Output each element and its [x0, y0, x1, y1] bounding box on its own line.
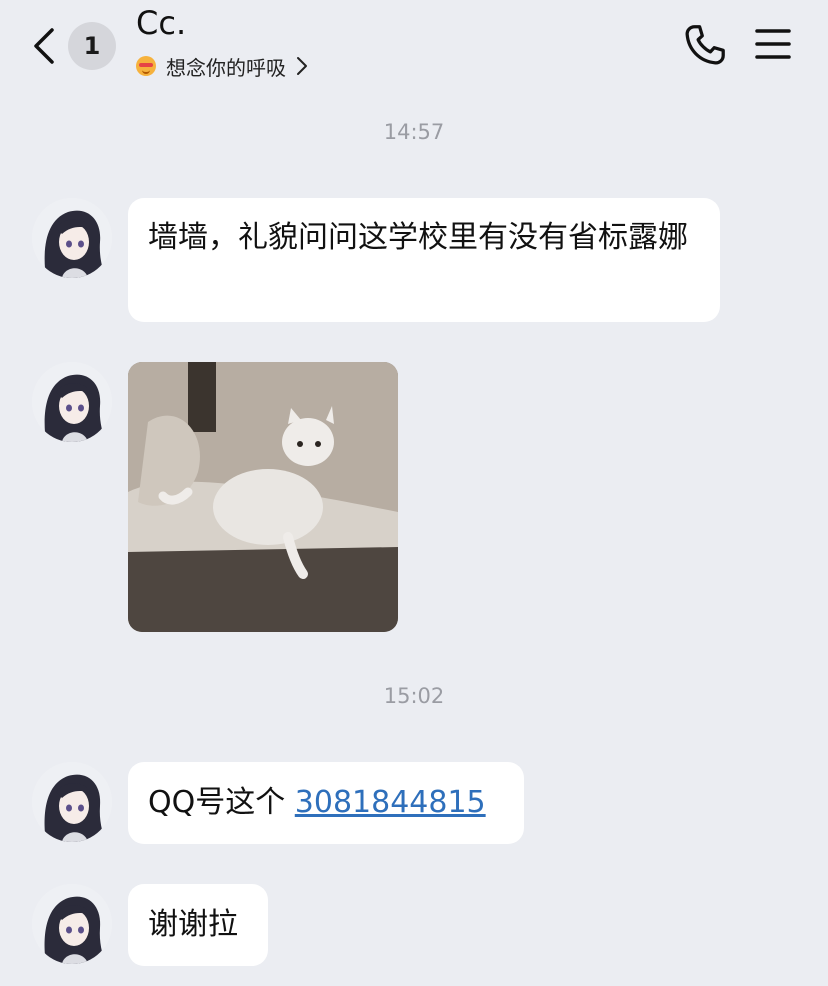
chevron-right-icon — [297, 57, 307, 75]
cat-photo — [128, 362, 398, 632]
image-message[interactable] — [128, 362, 398, 632]
message-text: QQ号这个 — [148, 785, 295, 820]
status-text: 想念你的呼吸 — [166, 55, 286, 80]
hamburger-menu-icon[interactable] — [754, 26, 792, 62]
avatar[interactable] — [32, 198, 112, 278]
message-text: 谢谢拉 — [148, 907, 238, 942]
blushing-face-icon — [136, 56, 156, 76]
avatar[interactable] — [32, 762, 112, 842]
qq-number-link[interactable]: 3081844815 — [295, 785, 486, 820]
avatar[interactable] — [32, 884, 112, 964]
contact-status[interactable]: 想念你的呼吸 — [136, 52, 308, 80]
message-bubble[interactable]: QQ号这个 3081844815 — [128, 762, 524, 844]
chat-header: 1 Cc. 想念你的呼吸 — [0, 0, 828, 100]
timestamp: 14:57 — [383, 120, 445, 144]
contact-name[interactable]: Cc. — [136, 4, 186, 42]
timestamp: 15:02 — [383, 684, 445, 708]
unread-count-badge[interactable]: 1 — [68, 22, 116, 70]
message-bubble[interactable]: 谢谢拉 — [128, 884, 268, 966]
avatar[interactable] — [32, 362, 112, 442]
message-text: 墙墙，礼貌问问这学校里有没有省标露娜 — [148, 220, 688, 255]
chevron-left-icon[interactable] — [26, 24, 62, 68]
phone-icon[interactable] — [682, 22, 728, 68]
message-bubble[interactable]: 墙墙，礼貌问问这学校里有没有省标露娜 — [128, 198, 720, 322]
